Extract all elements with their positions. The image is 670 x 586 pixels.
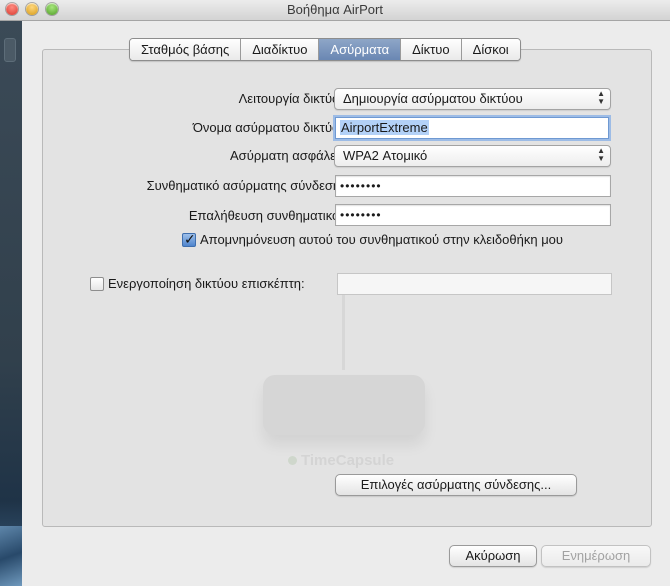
status-dot-icon (288, 456, 297, 465)
base-station-watermark-antenna (342, 295, 345, 370)
password-field[interactable]: •••••••• (335, 175, 611, 197)
network-name-field[interactable]: AirportExtreme (335, 117, 609, 139)
cancel-button[interactable]: Ακύρωση (449, 545, 537, 567)
network-mode-popup[interactable]: Δημιουργία ασύρματου δικτύου ▲ ▼ (334, 88, 611, 110)
wireless-settings-panel: TimeCapsule Λειτουργία δικτύου: Δημιουργ… (42, 49, 652, 527)
verify-label: Επαλήθευση συνθηματικού: (188, 208, 350, 223)
tab-base-station[interactable]: Σταθμός βάσης (130, 39, 241, 60)
remember-keychain-checkbox[interactable] (182, 231, 196, 248)
verify-value: •••••••• (340, 208, 382, 222)
security-label: Ασύρματη ασφάλεια: (230, 148, 350, 163)
network-name-value: AirportExtreme (340, 120, 429, 135)
guest-network-checkbox[interactable] (90, 277, 104, 291)
verify-password-field[interactable]: •••••••• (335, 204, 611, 226)
guest-network-name-field[interactable] (337, 273, 612, 295)
update-button[interactable]: Ενημέρωση (541, 545, 651, 567)
wireless-options-button[interactable]: Επιλογές ασύρματης σύνδεσης... (335, 474, 577, 496)
airport-utility-window: Βοήθημα AirPort Σταθμός βάσης Διαδίκτυο … (0, 0, 670, 586)
tab-disks[interactable]: Δίσκοι (460, 39, 520, 60)
updown-arrows-icon: ▲ ▼ (597, 89, 605, 106)
network-name-label: Όνομα ασύρματου δικτύου: (192, 120, 350, 135)
tab-bar: Σταθμός βάσης Διαδίκτυο Ασύρματα Δίκτυο … (129, 38, 521, 61)
title-bar: Βοήθημα AirPort (0, 0, 670, 21)
window-content: Σταθμός βάσης Διαδίκτυο Ασύρματα Δίκτυο … (22, 21, 670, 586)
tab-network[interactable]: Δίκτυο (400, 39, 461, 60)
tab-wireless[interactable]: Ασύρματα (318, 39, 401, 60)
password-value: •••••••• (340, 179, 382, 193)
network-mode-value: Δημιουργία ασύρματου δικτύου (343, 91, 523, 106)
guest-network-label: Ενεργοποίηση δικτύου επισκέπτη: (108, 276, 305, 291)
tab-internet[interactable]: Διαδίκτυο (240, 39, 319, 60)
password-label: Συνθηματικό ασύρματης σύνδεσης: (146, 178, 350, 193)
watermark-device-name: TimeCapsule (301, 452, 395, 469)
window-title: Βοήθημα AirPort (287, 2, 383, 17)
updown-arrows-icon: ▲ ▼ (597, 146, 605, 163)
security-value: WPA2 Ατομικό (343, 148, 428, 163)
security-popup[interactable]: WPA2 Ατομικό ▲ ▼ (334, 145, 611, 167)
base-station-watermark (263, 375, 425, 435)
remember-keychain-label: Απομνημόνευση αυτού του συνθηματικού στη… (200, 232, 564, 247)
